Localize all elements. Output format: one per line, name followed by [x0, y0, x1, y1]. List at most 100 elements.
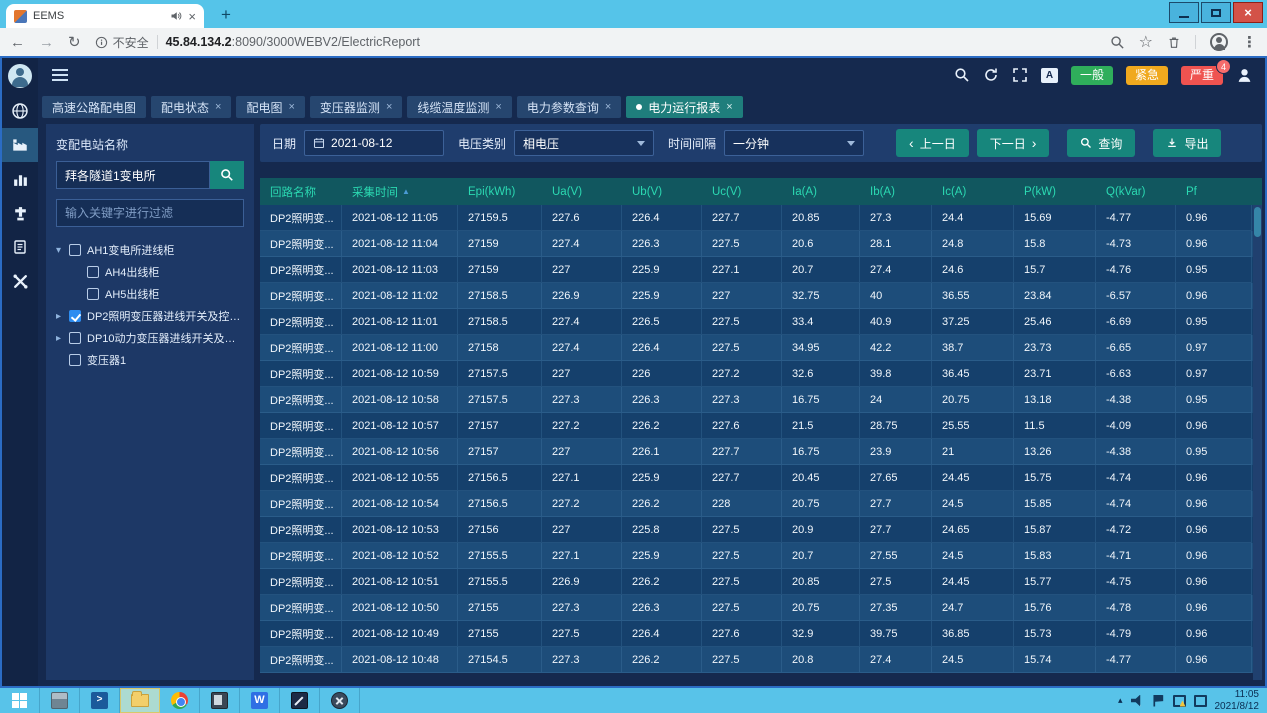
bookmark-star-icon[interactable]: ☆: [1139, 32, 1153, 52]
site-security[interactable]: 不安全: [95, 34, 149, 51]
column-header[interactable]: Uc(V): [702, 178, 782, 205]
table-row[interactable]: DP2照明变...2021-08-12 11:0027158227.4226.4…: [260, 335, 1262, 361]
tree-node[interactable]: AH5出线柜: [56, 283, 244, 305]
page-tab[interactable]: 电力运行报表×: [626, 96, 742, 118]
alarm-level-button[interactable]: 紧急: [1126, 66, 1168, 85]
tree-checkbox[interactable]: [69, 332, 81, 344]
action-center-icon[interactable]: [1152, 695, 1165, 707]
substation-module-icon[interactable]: [2, 128, 38, 162]
tree-checkbox[interactable]: [87, 288, 99, 300]
settings-app-icon[interactable]: [320, 688, 360, 713]
start-button[interactable]: [0, 688, 40, 713]
tab-close-icon[interactable]: ×: [726, 101, 732, 113]
tree-node[interactable]: ▸DP10动力变压器进线开关及控制室: [56, 327, 244, 349]
table-row[interactable]: DP2照明变...2021-08-12 10:5227155.5227.1225…: [260, 543, 1262, 569]
table-row[interactable]: DP2照明变...2021-08-12 11:0227158.5226.9225…: [260, 283, 1262, 309]
zoom-icon[interactable]: [1110, 35, 1125, 50]
table-row[interactable]: DP2照明变...2021-08-12 10:5627157227226.122…: [260, 439, 1262, 465]
table-row[interactable]: DP2照明变...2021-08-12 10:5427156.5227.2226…: [260, 491, 1262, 517]
table-row[interactable]: DP2照明变...2021-08-12 11:0127158.5227.4226…: [260, 309, 1262, 335]
tab-close-icon[interactable]: ×: [215, 101, 221, 113]
column-header[interactable]: Pf: [1176, 178, 1252, 205]
tree-checkbox[interactable]: [87, 266, 99, 278]
voltage-type-select[interactable]: 相电压: [514, 130, 654, 156]
prev-day-button[interactable]: ‹ 上一日: [896, 129, 969, 157]
tree-node[interactable]: AH4出线柜: [56, 261, 244, 283]
refresh-icon[interactable]: [983, 67, 999, 83]
volume-muted-icon[interactable]: [1131, 695, 1144, 707]
profile-avatar[interactable]: [1210, 33, 1228, 51]
reload-icon[interactable]: ↻: [68, 33, 81, 51]
table-row[interactable]: DP2照明变...2021-08-12 11:0427159227.4226.3…: [260, 231, 1262, 257]
report-module-icon[interactable]: [2, 230, 38, 264]
sort-asc-icon[interactable]: ▲: [402, 187, 410, 196]
column-header[interactable]: Ia(A): [782, 178, 860, 205]
tree-checkbox[interactable]: [69, 244, 81, 256]
table-row[interactable]: DP2照明变...2021-08-12 10:5327156227225.822…: [260, 517, 1262, 543]
back-icon[interactable]: ←: [10, 34, 25, 51]
server-manager-icon[interactable]: [40, 688, 80, 713]
column-header[interactable]: Ib(A): [860, 178, 932, 205]
table-row[interactable]: DP2照明变...2021-08-12 10:5527156.5227.1225…: [260, 465, 1262, 491]
user-avatar[interactable]: [2, 58, 38, 94]
tree-node[interactable]: 变压器1: [56, 349, 244, 371]
tree-node[interactable]: ▾AH1变电所进线柜: [56, 239, 244, 261]
translate-icon[interactable]: A: [1041, 68, 1058, 83]
page-tab[interactable]: 电力参数查询×: [517, 96, 621, 118]
trash-icon[interactable]: [1167, 35, 1181, 50]
station-search-button[interactable]: [210, 161, 244, 189]
tree-caret-icon[interactable]: ▸: [56, 333, 69, 344]
page-tab[interactable]: 线缆温度监测×: [407, 96, 511, 118]
tree-checkbox[interactable]: [69, 354, 81, 366]
column-header[interactable]: 回路名称: [260, 178, 342, 205]
table-row[interactable]: DP2照明变...2021-08-12 10:5127155.5226.9226…: [260, 569, 1262, 595]
search-icon[interactable]: [954, 67, 970, 83]
alarm-module-icon[interactable]: [2, 196, 38, 230]
table-scrollbar[interactable]: [1253, 205, 1262, 680]
taskbar-clock[interactable]: 11:05 2021/8/12: [1215, 689, 1260, 712]
chart-module-icon[interactable]: [2, 162, 38, 196]
export-button[interactable]: 导出: [1153, 129, 1221, 157]
chrome-icon[interactable]: [160, 688, 200, 713]
column-header[interactable]: Ua(V): [542, 178, 622, 205]
fullscreen-icon[interactable]: [1012, 67, 1028, 83]
forward-icon[interactable]: →: [39, 34, 54, 51]
tree-caret-icon[interactable]: ▾: [56, 245, 69, 256]
table-row[interactable]: DP2照明变...2021-08-12 10:5727157227.2226.2…: [260, 413, 1262, 439]
interval-select[interactable]: 一分钟: [724, 130, 864, 156]
alarm-level-button[interactable]: 一般: [1071, 66, 1113, 85]
table-row[interactable]: DP2照明变...2021-08-12 11:0327159227225.922…: [260, 257, 1262, 283]
column-header[interactable]: 采集时间▲: [342, 178, 458, 205]
hidden-icons-chevron[interactable]: ▴: [1118, 695, 1123, 706]
globe-icon[interactable]: [2, 94, 38, 128]
ime-icon[interactable]: [1194, 695, 1207, 707]
file-explorer-icon[interactable]: [120, 688, 160, 713]
tab-close-icon[interactable]: ×: [495, 101, 501, 113]
column-header[interactable]: Ub(V): [622, 178, 702, 205]
tab-audio-icon[interactable]: [170, 10, 182, 22]
tab-close-icon[interactable]: ×: [605, 101, 611, 113]
maximize-button[interactable]: [1201, 2, 1231, 23]
table-row[interactable]: DP2照明变...2021-08-12 10:5927157.522722622…: [260, 361, 1262, 387]
station-search-input[interactable]: [56, 161, 210, 189]
tab-close-icon[interactable]: ×: [188, 10, 196, 23]
address-bar[interactable]: 不安全 45.84.134.2:8090/3000WEBV2/ElectricR…: [95, 34, 1110, 51]
browser-tab[interactable]: EEMS ×: [6, 4, 204, 28]
tools-module-icon[interactable]: [2, 264, 38, 298]
column-header[interactable]: P(kW): [1014, 178, 1096, 205]
close-button[interactable]: ×: [1233, 2, 1263, 23]
scrollbar-thumb[interactable]: [1254, 207, 1261, 237]
powershell-icon[interactable]: >: [80, 688, 120, 713]
next-day-button[interactable]: 下一日 ›: [977, 129, 1050, 157]
table-row[interactable]: DP2照明变...2021-08-12 10:4927155227.5226.4…: [260, 621, 1262, 647]
network-icon[interactable]: [1173, 695, 1186, 707]
new-tab-button[interactable]: +: [214, 4, 238, 26]
tree-checkbox[interactable]: [69, 310, 81, 322]
date-picker[interactable]: 2021-08-12: [304, 130, 444, 156]
query-button[interactable]: 查询: [1067, 129, 1135, 157]
table-row[interactable]: DP2照明变...2021-08-12 11:0527159.5227.6226…: [260, 205, 1262, 231]
monitor-app-icon[interactable]: [200, 688, 240, 713]
column-header[interactable]: Epi(kWh): [458, 178, 542, 205]
minimize-button[interactable]: [1169, 2, 1199, 23]
tree-filter-input[interactable]: [56, 199, 244, 227]
